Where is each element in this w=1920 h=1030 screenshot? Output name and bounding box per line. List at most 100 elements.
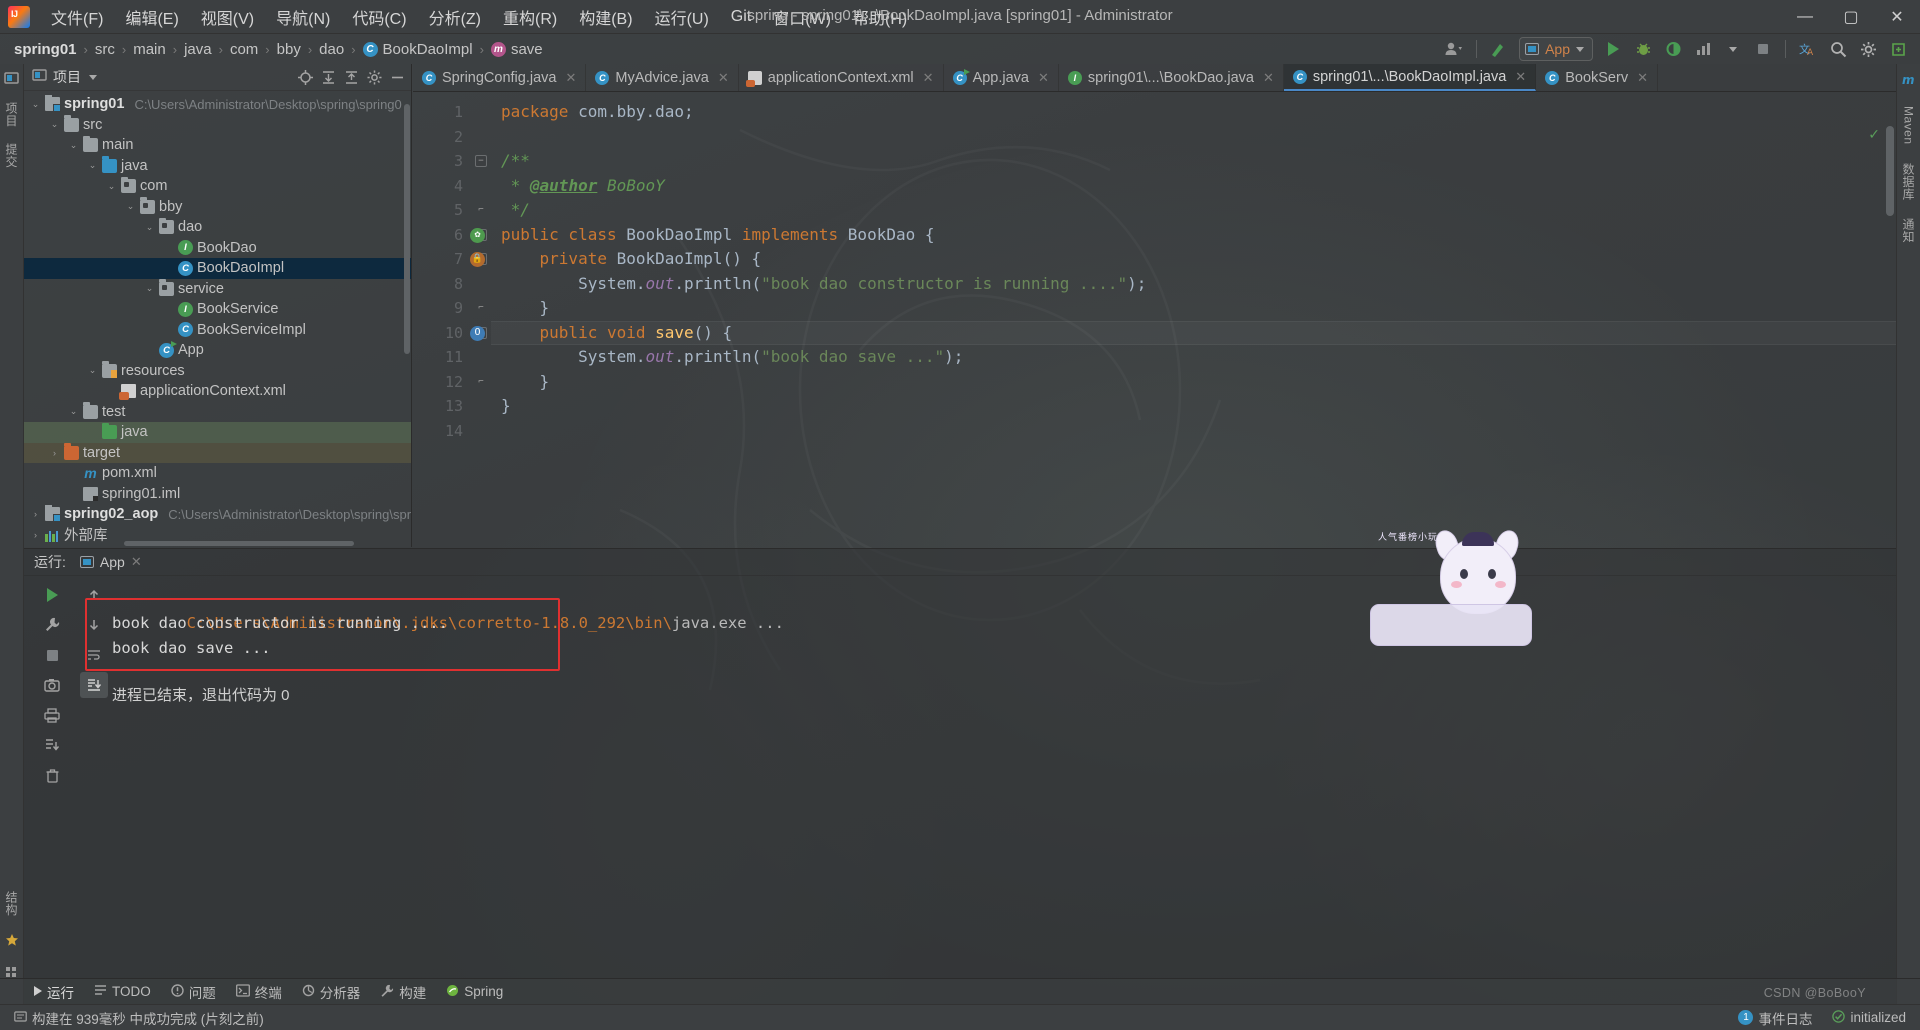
tree-node[interactable]: ⌄ dao — [24, 217, 411, 238]
code-line[interactable]: private BookDaoImpl() { — [491, 247, 1896, 272]
chevron-down-icon[interactable] — [89, 74, 97, 80]
line-number[interactable]: 3 — [413, 149, 491, 174]
bottom-tab-terminal[interactable]: 终端 — [228, 980, 290, 1004]
breadcrumb-save[interactable]: m save — [490, 41, 543, 58]
bottom-tab-profiler[interactable]: 分析器 — [294, 980, 369, 1004]
code-line[interactable]: public class BookDaoImpl implements Book… — [491, 223, 1896, 248]
menu-run[interactable]: 运行(U) — [644, 3, 720, 31]
translate-icon[interactable]: 文A — [1794, 36, 1822, 62]
strip-label-database[interactable]: 数据库 — [1900, 163, 1917, 201]
close-icon[interactable]: ✕ — [923, 70, 934, 86]
code-line[interactable] — [491, 419, 1896, 444]
code-line[interactable]: package com.bby.dao; — [491, 100, 1896, 125]
code-line[interactable]: */ — [491, 198, 1896, 223]
tree-node[interactable]: ⌄ com — [24, 176, 411, 197]
strip-label-notifications[interactable]: 通知 — [1900, 218, 1917, 243]
tree-node[interactable]: m pom.xml — [24, 463, 411, 484]
bottom-tab-run[interactable]: 运行 — [26, 980, 82, 1004]
menu-code[interactable]: 代码(C) — [341, 3, 417, 31]
line-number[interactable]: 2 — [413, 125, 491, 150]
menu-view[interactable]: 视图(V) — [190, 3, 265, 31]
chevron-right-icon[interactable]: › — [30, 509, 41, 520]
chevron-down-icon[interactable]: ⌄ — [87, 365, 98, 376]
wrench-icon[interactable] — [38, 612, 66, 638]
chevron-right-icon[interactable]: › — [30, 529, 41, 540]
line-number[interactable]: 7 🔒 — [413, 247, 491, 272]
menu-edit[interactable]: 编辑(E) — [114, 3, 189, 31]
bottom-tab-todo[interactable]: TODO — [86, 982, 159, 1002]
line-number[interactable]: 9 — [413, 296, 491, 321]
chevron-down-icon[interactable]: ⌄ — [106, 181, 117, 192]
menu-help[interactable]: 帮助(H) — [842, 3, 918, 31]
line-number[interactable]: 14 — [413, 419, 491, 444]
settings-gear-icon[interactable] — [364, 67, 384, 87]
hide-panel-icon[interactable] — [387, 67, 407, 87]
bookmarks-icon[interactable] — [4, 932, 20, 948]
breadcrumb-java[interactable]: java — [184, 41, 212, 58]
menu-refactor[interactable]: 重构(R) — [492, 3, 568, 31]
editor-code-content[interactable]: package com.bby.dao; /** * @author BoBooY… — [491, 92, 1896, 547]
spring-bean-icon[interactable]: ✿ — [470, 227, 485, 243]
maven-tool-icon[interactable]: m — [1901, 72, 1917, 88]
breadcrumb-bookdaoimpl[interactable]: C BookDaoImpl — [362, 41, 473, 58]
export-icon[interactable] — [38, 732, 66, 758]
code-line[interactable]: System.out.println("book dao constructor… — [491, 272, 1896, 297]
menu-analyze[interactable]: 分析(Z) — [418, 3, 492, 31]
chevron-down-icon[interactable]: ⌄ — [68, 406, 79, 417]
close-icon[interactable]: ✕ — [718, 70, 729, 86]
project-horizontal-scrollbar[interactable] — [124, 541, 354, 546]
minimize-button[interactable]: — — [1782, 0, 1828, 34]
collapse-all-icon[interactable] — [341, 67, 361, 87]
trash-icon[interactable] — [38, 762, 66, 788]
menu-navigate[interactable]: 导航(N) — [265, 3, 341, 31]
code-line[interactable]: * @author BoBooY — [491, 174, 1896, 199]
code-line[interactable]: System.out.println("book dao save ..."); — [491, 345, 1896, 370]
editor-tab[interactable]: C MyAdvice.java ✕ — [586, 64, 739, 91]
chevron-down-icon[interactable]: ⌄ — [49, 119, 60, 130]
line-number[interactable]: 5 — [413, 198, 491, 223]
scroll-to-end-icon[interactable] — [80, 672, 108, 698]
breadcrumb-spring01[interactable]: spring01 — [14, 41, 77, 58]
stop-button[interactable] — [1749, 36, 1777, 62]
project-tree[interactable]: ⌄ spring01 C:\Users\Administrator\Desktop\… — [24, 91, 411, 547]
bottom-tab-build[interactable]: 构建 — [372, 980, 434, 1004]
code-line[interactable]: /** — [491, 149, 1896, 174]
scroll-up-icon[interactable] — [80, 582, 108, 608]
code-line[interactable]: } — [491, 296, 1896, 321]
tree-node[interactable]: ⌄ service — [24, 279, 411, 300]
line-number[interactable]: 11 — [413, 345, 491, 370]
tree-node[interactable]: java — [24, 422, 411, 443]
rerun-button[interactable] — [38, 582, 66, 608]
search-everywhere-icon[interactable] — [1884, 36, 1912, 62]
close-icon[interactable]: ✕ — [1038, 70, 1049, 86]
gear-icon[interactable] — [1854, 36, 1882, 62]
editor-tab[interactable]: Ispring01\...\BookDao.java ✕ — [1059, 64, 1284, 91]
status-initialized[interactable]: initialized — [1824, 1008, 1914, 1028]
breadcrumb-bby[interactable]: bby — [277, 41, 301, 58]
private-constructor-icon[interactable]: 🔒 — [470, 252, 485, 267]
tree-node[interactable]: ⌄ test — [24, 402, 411, 423]
strip-label-project[interactable]: 项目 — [3, 102, 20, 127]
chevron-down-icon[interactable]: ⌄ — [144, 222, 155, 233]
line-number[interactable]: 1 — [413, 100, 491, 125]
profile-button[interactable] — [1689, 36, 1717, 62]
run-tab-app[interactable]: App ✕ — [74, 552, 148, 572]
soft-wrap-icon[interactable] — [80, 642, 108, 668]
code-line[interactable]: } — [491, 394, 1896, 419]
close-icon[interactable]: ✕ — [1637, 70, 1648, 86]
tree-node[interactable]: C BookDaoImpl — [24, 258, 411, 279]
debug-button[interactable] — [1629, 36, 1657, 62]
run-button[interactable] — [1599, 36, 1627, 62]
menu-git[interactable]: Git — [720, 6, 762, 28]
editor-gutter[interactable]: 12−34⌐5−6✿−7🔒8⌐9−10O11⌐121314 — [413, 92, 491, 547]
chevron-down-icon[interactable]: ⌄ — [144, 283, 155, 294]
chevron-down-icon[interactable]: ⌄ — [68, 140, 79, 151]
breadcrumb-com[interactable]: com — [230, 41, 258, 58]
editor-tab[interactable]: C App.java ✕ — [944, 64, 1059, 91]
tree-node[interactable]: I BookDao — [24, 238, 411, 259]
print-icon[interactable] — [38, 702, 66, 728]
scroll-down-icon[interactable] — [80, 612, 108, 638]
strip-label-commit[interactable]: 提交 — [3, 143, 20, 168]
code-line[interactable]: } — [491, 370, 1896, 395]
tree-node[interactable]: C App — [24, 340, 411, 361]
